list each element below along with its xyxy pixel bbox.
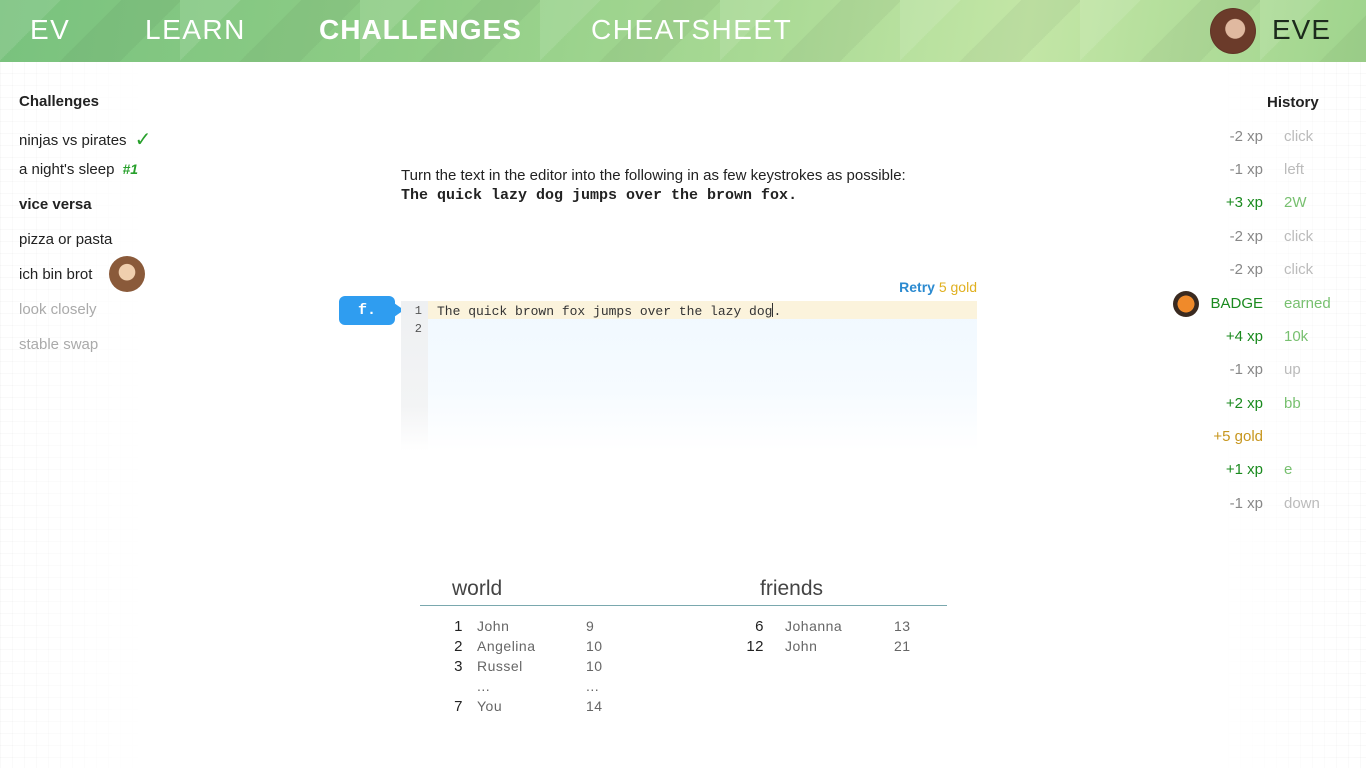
- history-key: down: [1284, 495, 1320, 512]
- challenge-item-locked[interactable]: look closely: [19, 301, 97, 318]
- leaderboard-name: Russel: [477, 658, 523, 674]
- retry-row: Retry 5 gold: [899, 279, 977, 295]
- keystroke-hint-bubble: f.: [339, 296, 404, 325]
- history-value: -1 xp: [1229, 495, 1263, 512]
- nav-cheatsheet[interactable]: CHEATSHEET: [591, 14, 792, 46]
- challenges-heading: Challenges: [19, 93, 100, 110]
- challenge-item[interactable]: a night's sleep #1: [19, 161, 138, 178]
- line-number: 2: [414, 322, 422, 336]
- history-key: click: [1284, 128, 1314, 145]
- leaderboard-ellipsis: ...: [586, 678, 600, 694]
- challenge-item[interactable]: ninjas vs pirates ✓: [19, 126, 151, 151]
- challenge-label: pizza or pasta: [19, 231, 113, 248]
- history-value: -2 xp: [1229, 228, 1263, 245]
- history-value: +3 xp: [1225, 194, 1263, 211]
- top-nav-bar: EV LEARN CHALLENGES CHEATSHEET EVE: [0, 0, 1366, 62]
- nav-challenges[interactable]: CHALLENGES: [319, 14, 522, 46]
- leaderboard-name: John: [785, 638, 818, 654]
- code-editor[interactable]: 1 2 The quick brown fox jumps over the l…: [401, 301, 977, 451]
- user-avatar[interactable]: [1210, 8, 1256, 54]
- line-number: 1: [414, 304, 422, 318]
- history-key: up: [1284, 361, 1301, 378]
- leaderboard-score: 14: [586, 698, 603, 714]
- retry-cost: 5 gold: [938, 279, 977, 295]
- leaderboard-rank: 6: [755, 618, 764, 635]
- leaderboard-score: 21: [894, 638, 911, 654]
- history-key: click: [1284, 228, 1314, 245]
- retry-button[interactable]: Retry: [899, 279, 935, 295]
- leaderboard-name: John: [477, 618, 510, 634]
- leaderboard-divider: [420, 605, 947, 606]
- history-value: +4 xp: [1225, 328, 1263, 345]
- rank-tag: #1: [122, 161, 139, 177]
- history-key: 10k: [1284, 328, 1309, 345]
- history-value: -1 xp: [1229, 361, 1263, 378]
- line-text: .: [773, 304, 782, 319]
- challenge-label: ich bin brot: [19, 266, 93, 283]
- leaderboard-rank: 7: [454, 698, 463, 715]
- history-key: click: [1284, 261, 1314, 278]
- leaderboard-rank: 3: [454, 658, 463, 675]
- challenge-item-current[interactable]: vice versa: [19, 196, 92, 213]
- history-key: e: [1284, 461, 1293, 478]
- history-key: bb: [1284, 395, 1301, 412]
- challenge-item-locked[interactable]: stable swap: [19, 336, 98, 353]
- challenge-item[interactable]: pizza or pasta: [19, 231, 112, 248]
- history-value: -1 xp: [1229, 161, 1263, 178]
- task-target-text: The quick lazy dog jumps over the brown …: [401, 187, 798, 204]
- leaderboard-rank: 12: [746, 638, 764, 655]
- challenge-item[interactable]: ich bin brot: [19, 266, 92, 283]
- task-instruction: Turn the text in the editor into the fol…: [401, 167, 906, 184]
- challenge-label: vice versa: [19, 196, 92, 213]
- history-value: -2 xp: [1229, 128, 1263, 145]
- history-heading: History: [1267, 94, 1319, 111]
- nav-learn[interactable]: LEARN: [145, 14, 246, 46]
- leaderboard-world-heading: world: [452, 577, 503, 600]
- checkmark-icon: ✓: [134, 129, 152, 151]
- challenge-label: look closely: [19, 301, 97, 318]
- leaderboard-score: 10: [586, 658, 603, 674]
- history-key: 2W: [1284, 194, 1307, 211]
- editor-gutter: 1 2: [401, 301, 428, 451]
- history-value: +5 gold: [1213, 428, 1263, 445]
- history-value: -2 xp: [1229, 261, 1263, 278]
- history-key: earned: [1284, 295, 1331, 312]
- challenge-label: stable swap: [19, 336, 99, 353]
- leaderboard-score: 10: [586, 638, 603, 654]
- leaderboard-score: 13: [894, 618, 911, 634]
- leaderboard-friends-heading: friends: [760, 577, 824, 600]
- leaderboard-ellipsis: ...: [477, 678, 491, 694]
- challenge-label: ninjas vs pirates: [19, 132, 127, 149]
- history-value: BADGE: [1210, 295, 1263, 312]
- editor-line[interactable]: The quick brown fox jumps over the lazy …: [437, 303, 781, 319]
- line-text: The quick brown fox jumps over the lazy …: [437, 304, 773, 319]
- leaderboard-name: Johanna: [785, 618, 843, 634]
- nav-logo[interactable]: EV: [30, 14, 70, 46]
- challenge-label: a night's sleep: [19, 161, 115, 178]
- leaderboard-name: You: [477, 698, 503, 714]
- user-name[interactable]: EVE: [1272, 14, 1331, 46]
- friend-avatar: [109, 256, 145, 292]
- history-key: left: [1284, 161, 1305, 178]
- leaderboard-name: Angelina: [477, 638, 536, 654]
- leaderboard-rank: 1: [454, 618, 463, 635]
- leaderboard-score: 9: [586, 618, 595, 634]
- history-value: +1 xp: [1225, 461, 1263, 478]
- leaderboard-rank: 2: [454, 638, 463, 655]
- history-value: +2 xp: [1225, 395, 1263, 412]
